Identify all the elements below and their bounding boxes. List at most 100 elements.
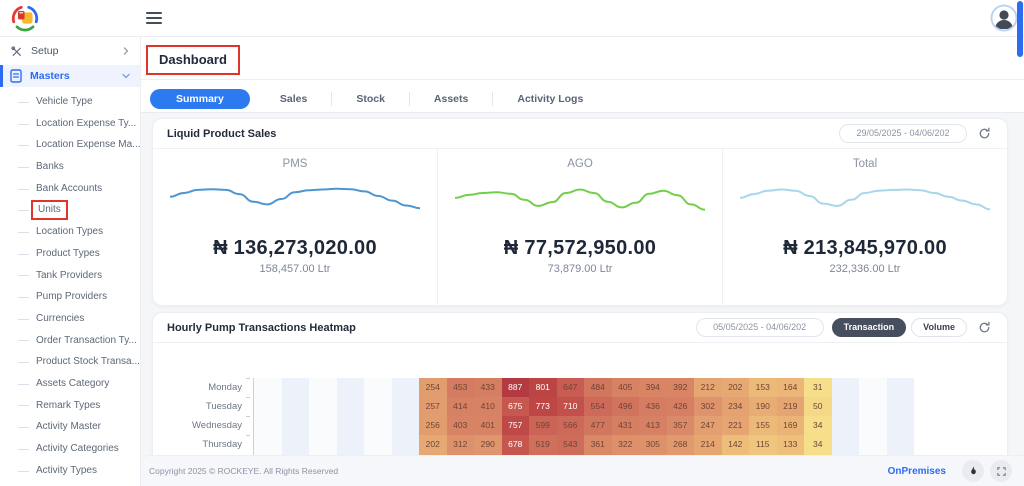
date-range-input[interactable]: 05/05/2025 - 04/06/202 [696,318,824,337]
sidebar-item-remark-types[interactable]: Remark Types [0,395,140,417]
user-avatar[interactable] [990,4,1018,32]
sidebar-group-masters[interactable]: Masters [0,65,140,87]
tab-summary[interactable]: Summary [150,89,250,109]
sidebar-item-label: Currencies [36,313,84,324]
heatmap-cell: 773 [529,397,557,416]
heatmap-cell [282,397,310,416]
heatmap-cell [364,378,392,397]
sidebar-item-label: Assets Category [36,378,109,389]
sidebar-item-tank-providers[interactable]: Tank Providers [0,265,140,287]
heatmap-cell: 599 [529,416,557,435]
sidebar-group-setup[interactable]: Setup [0,40,140,62]
scrollbar-thumb[interactable] [1017,1,1023,57]
heatmap-row: 2564034017575995664774314133572472211551… [254,416,914,435]
heatmap-cell: 887 [502,378,530,397]
heatmap-cell: 290 [474,435,502,454]
heatmap-cell: 256 [419,416,447,435]
tab-sales[interactable]: Sales [256,92,331,106]
sidebar-item-location-expense-ty[interactable]: Location Expense Ty... [0,113,140,135]
sparkline-chart [455,174,705,224]
sidebar-item-activity-master[interactable]: Activity Master [0,416,140,438]
heatmap-cell [859,416,887,435]
heatmap-cell: 153 [749,378,777,397]
sidebar-item-units[interactable]: Units [0,199,140,221]
heatmap-cell: 257 [419,397,447,416]
refresh-button[interactable] [975,319,993,337]
divider [141,79,1024,80]
sidebar-item-location-expense-ma[interactable]: Location Expense Ma... [0,134,140,156]
heatmap-cell: 678 [502,435,530,454]
chevron-right-icon [122,47,130,55]
heatmap-day-labels: MondayTuesdayWednesdayThursday [153,378,250,454]
heatmap-cell [282,378,310,397]
tab-assets[interactable]: Assets [409,92,492,106]
heatmap-cell [254,435,282,454]
heatmap-cell: 34 [804,416,832,435]
sidebar-item-banks[interactable]: Banks [0,156,140,178]
heatmap-cell: 436 [639,397,667,416]
heatmap-cell: 34 [804,435,832,454]
panel-label: Total [723,158,1007,170]
heatmap-cell: 214 [694,435,722,454]
sidebar-item-label: Banks [36,161,64,172]
card-header: Hourly Pump Transactions Heatmap 05/05/2… [153,313,1007,343]
sidebar-item-activity-categories[interactable]: Activity Categories [0,438,140,460]
heatmap-row-label: Thursday [153,435,250,454]
heatmap-row-label: Wednesday [153,416,250,435]
date-range-input[interactable]: 29/05/2025 - 04/06/202 [839,124,967,143]
tab-stock[interactable]: Stock [331,92,409,106]
tools-icon [10,45,23,58]
heatmap-cell: 302 [694,397,722,416]
heatmap-cell: 410 [474,397,502,416]
sidebar-item-label: Order Transaction Ty... [36,335,137,346]
heatmap-cell: 142 [722,435,750,454]
top-header [0,0,1024,37]
heatmap-cell: 312 [447,435,475,454]
heatmap-cell: 675 [502,397,530,416]
app-logo[interactable] [10,3,40,33]
sidebar-item-activity-types[interactable]: Activity Types [0,460,140,482]
main-content: Dashboard SummarySalesStockAssetsActivit… [141,37,1024,486]
sidebar-item-assets-category[interactable]: Assets Category [0,373,140,395]
amount-value: ₦ 77,572,950.00 [438,237,722,260]
sidebar-item-label: Vehicle Type [36,96,93,107]
heatmap-cell: 401 [474,416,502,435]
sidebar-item-location-types[interactable]: Location Types [0,221,140,243]
sidebar-item-product-stock-transa[interactable]: Product Stock Transa... [0,351,140,373]
heatmap-cell: 394 [639,378,667,397]
sidebar-item-product-types[interactable]: Product Types [0,243,140,265]
heatmap-cell: 247 [694,416,722,435]
heatmap-cell [337,397,365,416]
heatmap-row-label: Monday [153,378,250,397]
heatmap-row: 2574144106757737105544964364263022341902… [254,397,914,416]
refresh-button[interactable] [975,125,993,143]
heatmap-cell: 268 [667,435,695,454]
tab-activity-logs[interactable]: Activity Logs [492,92,607,106]
heatmap-cell: 519 [529,435,557,454]
heatmap-cell: 484 [584,378,612,397]
sidebar-item-vehicle-type[interactable]: Vehicle Type [0,91,140,113]
heatmap-cell [832,416,860,435]
sidebar-group-label: Masters [30,70,114,82]
onpremises-badge[interactable]: OnPremises [888,466,946,477]
card-header: Liquid Product Sales 29/05/2025 - 04/06/… [153,119,1007,149]
sidebar-item-currencies[interactable]: Currencies [0,308,140,330]
heatmap-cell [887,416,915,435]
sidebar-item-label: Bank Accounts [36,183,102,194]
heatmap-row: 2023122906785195433613223052682141421151… [254,435,914,454]
sidebar-item-label: Activity Types [36,465,97,476]
sidebar-item-order-transaction-ty[interactable]: Order Transaction Ty... [0,330,140,352]
toggle-transaction[interactable]: Transaction [832,318,907,337]
sidebar-item-label: Activity Master [36,421,101,432]
toggle-volume[interactable]: Volume [911,318,967,337]
metric-panels: PMS₦ 136,273,020.00158,457.00 LtrAGO₦ 77… [153,149,1007,305]
sidebar-item-bank-accounts[interactable]: Bank Accounts [0,178,140,200]
sidebar-item-pump-providers[interactable]: Pump Providers [0,286,140,308]
heatmap-cell [859,397,887,416]
sidebar-item-label: Product Stock Transa... [36,356,140,367]
volume-value: 232,336.00 Ltr [723,263,1007,275]
chevron-down-icon [122,72,130,80]
fullscreen-button[interactable] [990,460,1012,482]
menu-toggle-icon[interactable] [146,12,162,24]
theme-flame-button[interactable] [962,460,984,482]
